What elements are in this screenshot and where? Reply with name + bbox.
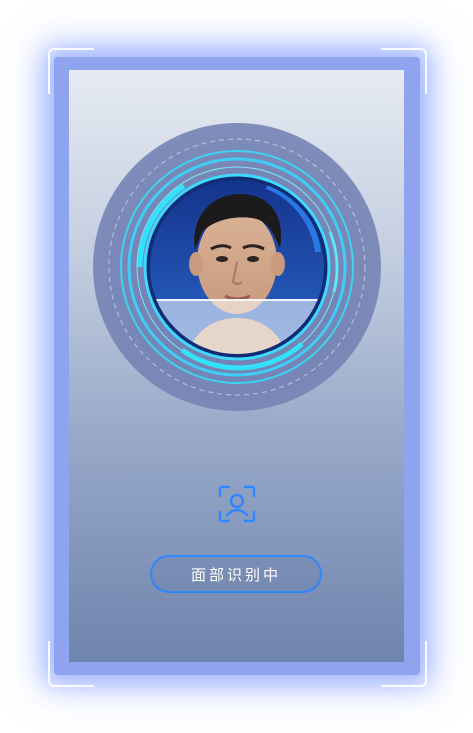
face-recognition-screen: 面部识别中 [0,0,473,733]
face-scanner [93,123,381,411]
corner-bracket-top-left [48,48,94,94]
recognition-status-label: 面部识别中 [190,565,281,584]
recognition-status-button[interactable]: 面部识别中 [150,555,322,593]
corner-bracket-bottom-left [48,641,94,687]
corner-bracket-top-right [381,48,427,94]
face-recognition-icon [218,485,256,523]
corner-bracket-bottom-right [381,641,427,687]
